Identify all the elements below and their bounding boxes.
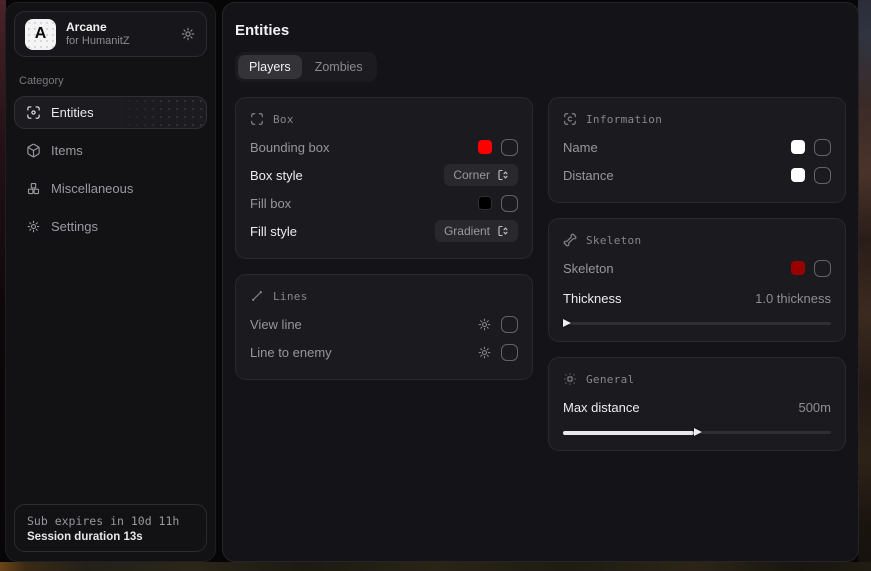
setting-row-thickness: Thickness 1.0 thickness bbox=[563, 284, 831, 312]
sidebar-item-label: Miscellaneous bbox=[51, 181, 133, 196]
setting-row-name: Name bbox=[563, 133, 831, 161]
setting-row-skeleton: Skeleton bbox=[563, 254, 831, 282]
slider-handle[interactable] bbox=[694, 428, 702, 436]
section-title: Skeleton bbox=[586, 234, 641, 247]
color-swatch[interactable] bbox=[791, 140, 805, 154]
focus-dots-icon bbox=[563, 372, 577, 386]
game-background-bottom bbox=[0, 562, 871, 571]
setting-label: Fill style bbox=[250, 224, 297, 239]
brand-name: Arcane bbox=[66, 20, 170, 35]
information-section: Information Name Distance bbox=[548, 97, 846, 203]
session-duration-text: Session duration 13s bbox=[27, 531, 194, 543]
sidebar-item-miscellaneous[interactable]: Miscellaneous bbox=[14, 172, 207, 205]
setting-row-max-distance: Max distance 500m bbox=[563, 393, 831, 421]
color-swatch[interactable] bbox=[791, 168, 805, 182]
box-style-dropdown[interactable]: Corner bbox=[444, 164, 518, 186]
setting-row-line-to-enemy: Line to enemy bbox=[250, 338, 518, 366]
category-label: Category bbox=[19, 75, 202, 87]
checkbox[interactable] bbox=[501, 316, 518, 333]
setting-label: Max distance bbox=[563, 400, 640, 415]
brand-subtitle: for HumanitZ bbox=[66, 35, 170, 49]
setting-label: Skeleton bbox=[563, 261, 614, 276]
setting-row-distance: Distance bbox=[563, 161, 831, 189]
tab-zombies[interactable]: Zombies bbox=[304, 55, 374, 79]
bone-icon bbox=[563, 233, 577, 247]
subscription-card: Sub expires in 10d 11h Session duration … bbox=[14, 504, 207, 552]
scan-eye-icon bbox=[563, 112, 577, 126]
checkbox[interactable] bbox=[501, 139, 518, 156]
sidebar-item-label: Entities bbox=[51, 105, 94, 120]
max-distance-slider[interactable] bbox=[563, 427, 831, 437]
color-swatch[interactable] bbox=[791, 261, 805, 275]
sidebar-item-label: Items bbox=[51, 143, 83, 158]
dropdown-value: Corner bbox=[453, 168, 490, 182]
select-chevrons-icon bbox=[497, 225, 509, 237]
blocks-icon bbox=[26, 181, 41, 196]
section-title: General bbox=[586, 373, 634, 386]
sidebar: A Arcane for HumanitZ Category Entities bbox=[5, 2, 216, 562]
checkbox[interactable] bbox=[814, 260, 831, 277]
gear-icon[interactable] bbox=[477, 345, 492, 360]
slider-handle[interactable] bbox=[563, 319, 571, 327]
gear-icon bbox=[26, 219, 41, 234]
setting-row-fill-box: Fill box bbox=[250, 189, 518, 217]
scan-icon bbox=[250, 112, 264, 126]
setting-label: Line to enemy bbox=[250, 345, 332, 360]
section-title: Information bbox=[586, 113, 662, 126]
brand-logo: A bbox=[25, 19, 56, 50]
setting-label: Name bbox=[563, 140, 598, 155]
slider-value: 500m bbox=[798, 400, 831, 415]
skeleton-section: Skeleton Skeleton Thickness 1.0 thicknes… bbox=[548, 218, 846, 342]
setting-label: Thickness bbox=[563, 291, 622, 306]
section-title: Box bbox=[273, 113, 294, 126]
box-section: Box Bounding box Box style Corner bbox=[235, 97, 533, 259]
thickness-slider[interactable] bbox=[563, 318, 831, 328]
game-background-right bbox=[858, 0, 871, 571]
setting-row-box-style: Box style Corner bbox=[250, 161, 518, 189]
gear-icon[interactable] bbox=[180, 26, 196, 42]
setting-label: Bounding box bbox=[250, 140, 330, 155]
setting-label: View line bbox=[250, 317, 302, 332]
sub-expires-text: Sub expires in 10d 11h bbox=[27, 514, 194, 528]
brand-card: A Arcane for HumanitZ bbox=[14, 11, 207, 57]
dropdown-value: Gradient bbox=[444, 224, 490, 238]
color-swatch[interactable] bbox=[478, 140, 492, 154]
section-title: Lines bbox=[273, 290, 308, 303]
setting-row-bounding-box: Bounding box bbox=[250, 133, 518, 161]
slider-value: 1.0 thickness bbox=[755, 291, 831, 306]
checkbox[interactable] bbox=[501, 195, 518, 212]
setting-label: Fill box bbox=[250, 196, 291, 211]
brand-initial: A bbox=[35, 25, 47, 43]
sidebar-item-items[interactable]: Items bbox=[14, 134, 207, 167]
checkbox[interactable] bbox=[814, 139, 831, 156]
main-panel: Entities Players Zombies Box Bounding bo… bbox=[222, 2, 859, 562]
checkbox[interactable] bbox=[814, 167, 831, 184]
page-title: Entities bbox=[235, 22, 846, 39]
scan-eye-icon bbox=[26, 105, 41, 120]
slider-fill bbox=[563, 431, 694, 435]
entity-tabs: Players Zombies bbox=[235, 52, 377, 82]
lines-section: Lines View line L bbox=[235, 274, 533, 380]
line-segment-icon bbox=[250, 289, 264, 303]
cube-icon bbox=[26, 143, 41, 158]
setting-row-fill-style: Fill style Gradient bbox=[250, 217, 518, 245]
sidebar-item-settings[interactable]: Settings bbox=[14, 210, 207, 243]
fill-style-dropdown[interactable]: Gradient bbox=[435, 220, 518, 242]
sidebar-item-entities[interactable]: Entities bbox=[14, 96, 207, 129]
checkbox[interactable] bbox=[501, 344, 518, 361]
setting-row-view-line: View line bbox=[250, 310, 518, 338]
tab-players[interactable]: Players bbox=[238, 55, 302, 79]
general-section: General Max distance 500m bbox=[548, 357, 846, 451]
sidebar-item-label: Settings bbox=[51, 219, 98, 234]
setting-label: Box style bbox=[250, 168, 303, 183]
slider-track[interactable] bbox=[563, 322, 831, 325]
color-swatch[interactable] bbox=[478, 196, 492, 210]
gear-icon[interactable] bbox=[477, 317, 492, 332]
select-chevrons-icon bbox=[497, 169, 509, 181]
setting-label: Distance bbox=[563, 168, 614, 183]
